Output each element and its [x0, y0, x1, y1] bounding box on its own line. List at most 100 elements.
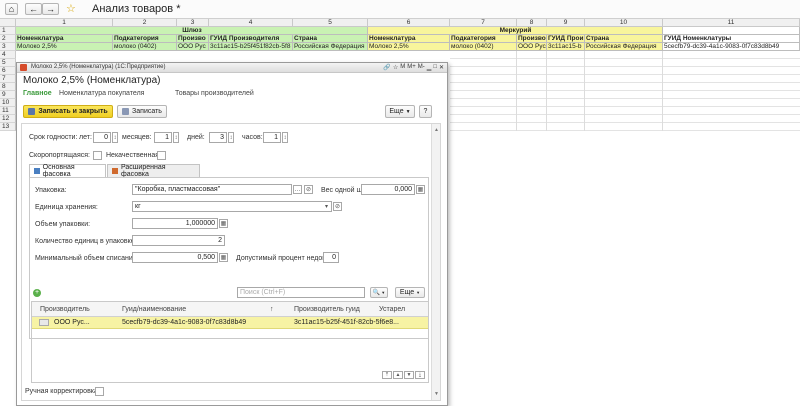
cell-header[interactable]: Подкатегория	[113, 35, 177, 43]
close-icon[interactable]: ✕	[439, 64, 444, 71]
sort-icon[interactable]: ↑	[270, 306, 274, 313]
empty-grid[interactable]	[450, 51, 800, 131]
cell[interactable]: 3c11ac15-b25f451f82cb-5f8	[209, 43, 293, 51]
volume-input[interactable]: 1,000000	[132, 218, 218, 229]
column-header[interactable]: Производитель	[40, 306, 90, 313]
cell-header[interactable]: Номенклатура	[368, 35, 450, 43]
col-header[interactable]: 3	[177, 19, 209, 27]
link-icon[interactable]: 🔗	[383, 64, 390, 71]
next-row-icon[interactable]: ▼	[404, 371, 414, 379]
min-writeoff-input[interactable]: 0,500	[132, 252, 218, 263]
cell-header[interactable]: ГУИД Прои	[547, 35, 585, 43]
cell[interactable]: Российская Федерация	[585, 43, 663, 51]
forward-button[interactable]: →	[42, 3, 59, 15]
guid-cell[interactable]: 5cecfb79-dc39-4a1c-9083-0f7c83d8b49	[122, 319, 246, 326]
vertical-scrollbar[interactable]: ▲ ▼	[431, 124, 440, 400]
row-header[interactable]: 13	[0, 123, 16, 131]
unit-dropdown[interactable]: ▾	[322, 202, 331, 211]
group-header-gateway[interactable]: Шлюз	[16, 27, 368, 35]
years-spinner[interactable]: ↕	[112, 132, 118, 143]
minimize-icon[interactable]: ▁	[427, 64, 432, 71]
unit-open[interactable]: ⊘	[333, 202, 342, 211]
prev-row-icon[interactable]: ▲	[393, 371, 403, 379]
manual-adjust-checkbox[interactable]	[95, 387, 104, 396]
search-input[interactable]: Поиск (Ctrl+F)	[237, 287, 365, 298]
more-button[interactable]: Еще ▼	[385, 105, 415, 118]
mem-mplus-icon[interactable]: M+	[407, 64, 416, 71]
packaging-open[interactable]: ⊘	[304, 185, 313, 194]
cell-header[interactable]: Произво	[177, 35, 209, 43]
producer-cell[interactable]: ООО Рус...	[54, 319, 90, 326]
row-header[interactable]: 6	[0, 67, 16, 75]
row-header[interactable]: 1	[0, 27, 16, 35]
row-header[interactable]: 10	[0, 99, 16, 107]
years-input[interactable]: 0	[93, 132, 111, 143]
first-row-icon[interactable]: ⤒	[382, 371, 392, 379]
months-input[interactable]: 1	[154, 132, 172, 143]
cell[interactable]: ООО Рус	[177, 43, 209, 51]
column-header[interactable]: Гуид/наименование	[122, 306, 186, 313]
column-header[interactable]: Производитель гуид	[294, 306, 360, 313]
table-more-button[interactable]: Еще ▼	[395, 287, 425, 298]
producers-table[interactable]: Производитель Гуид/наименование ↑ Произв…	[31, 301, 429, 383]
cell[interactable]: молоко (0402)	[450, 43, 517, 51]
cell[interactable]: ООО Рус	[517, 43, 547, 51]
cell-header[interactable]: ГУИД Номенклатуры	[663, 35, 800, 43]
cell-header[interactable]: Страна	[293, 35, 368, 43]
cell[interactable]	[663, 27, 800, 35]
weight-one-input[interactable]: 0,000	[361, 184, 415, 195]
hours-input[interactable]: 1	[263, 132, 281, 143]
row-header[interactable]: 7	[0, 75, 16, 83]
col-header[interactable]: 5	[293, 19, 368, 27]
column-header[interactable]: Устарел	[379, 306, 405, 313]
units-in-pack-input[interactable]: 2	[132, 235, 225, 246]
days-spinner[interactable]: ↕	[228, 132, 234, 143]
tab-buyer-nomenclature[interactable]: Номенклатура покупателя	[59, 90, 144, 97]
back-button[interactable]: ←	[25, 3, 42, 15]
col-header[interactable]: 2	[113, 19, 177, 27]
subtab-main-packaging[interactable]: Основная фасовка	[29, 164, 106, 178]
col-header[interactable]: 4	[209, 19, 293, 27]
cell[interactable]: Молоко 2,5%	[368, 43, 450, 51]
col-header[interactable]: 7	[450, 19, 517, 27]
row-header[interactable]: 9	[0, 91, 16, 99]
row-header[interactable]: 8	[0, 83, 16, 91]
row-header[interactable]: 12	[0, 115, 16, 123]
help-button[interactable]: ?	[419, 105, 432, 118]
packaging-input[interactable]: "Коробка, пластмассовая"	[132, 184, 292, 195]
shortage-input[interactable]: 0	[323, 252, 339, 263]
row-header[interactable]: 4	[0, 51, 16, 59]
row-header[interactable]: 5	[0, 59, 16, 67]
col-header[interactable]: 11	[663, 19, 800, 27]
scroll-down-icon[interactable]: ▼	[434, 391, 439, 397]
col-header[interactable]: 1	[16, 19, 113, 27]
perishable-checkbox[interactable]	[93, 151, 102, 160]
last-row-icon[interactable]: ⤓	[415, 371, 425, 379]
cell[interactable]: Молоко 2,5%	[16, 43, 113, 51]
table-row[interactable]: ООО Рус... 5cecfb79-dc39-4a1c-9083-0f7c8…	[32, 317, 428, 329]
col-header[interactable]: 10	[585, 19, 663, 27]
row-header[interactable]: 3	[0, 43, 16, 51]
cell[interactable]: 3c11ac15-b	[547, 43, 585, 51]
add-icon[interactable]: +	[33, 289, 41, 297]
row-header[interactable]: 11	[0, 107, 16, 115]
days-input[interactable]: 3	[209, 132, 227, 143]
packaging-dropdown[interactable]: …	[293, 185, 302, 194]
favorite-icon[interactable]: ☆	[393, 64, 398, 71]
cell-header[interactable]: ГУИД Производителя	[209, 35, 293, 43]
cell[interactable]: 5cecfb79-dc39-4a1c-9083-0f7c83d8b49	[663, 43, 800, 51]
calculator-button[interactable]: ▦	[219, 219, 228, 228]
row-header[interactable]: 2	[0, 35, 16, 43]
months-spinner[interactable]: ↕	[173, 132, 179, 143]
hours-spinner[interactable]: ↕	[282, 132, 288, 143]
cell[interactable]: Российская Федерация	[293, 43, 368, 51]
save-button[interactable]: Записать	[117, 105, 167, 118]
cell-header[interactable]: Произво	[517, 35, 547, 43]
subtab-extended-packaging[interactable]: Расширенная фасовка	[107, 164, 200, 178]
mem-m-icon[interactable]: M	[400, 64, 405, 71]
group-header-mercury[interactable]: Меркурий	[368, 27, 663, 35]
cell[interactable]: молоко (0402)	[113, 43, 177, 51]
search-button[interactable]: 🔍 ▼	[370, 287, 388, 298]
cell-header[interactable]: Страна	[585, 35, 663, 43]
cell-header[interactable]: Номенклатура	[16, 35, 113, 43]
